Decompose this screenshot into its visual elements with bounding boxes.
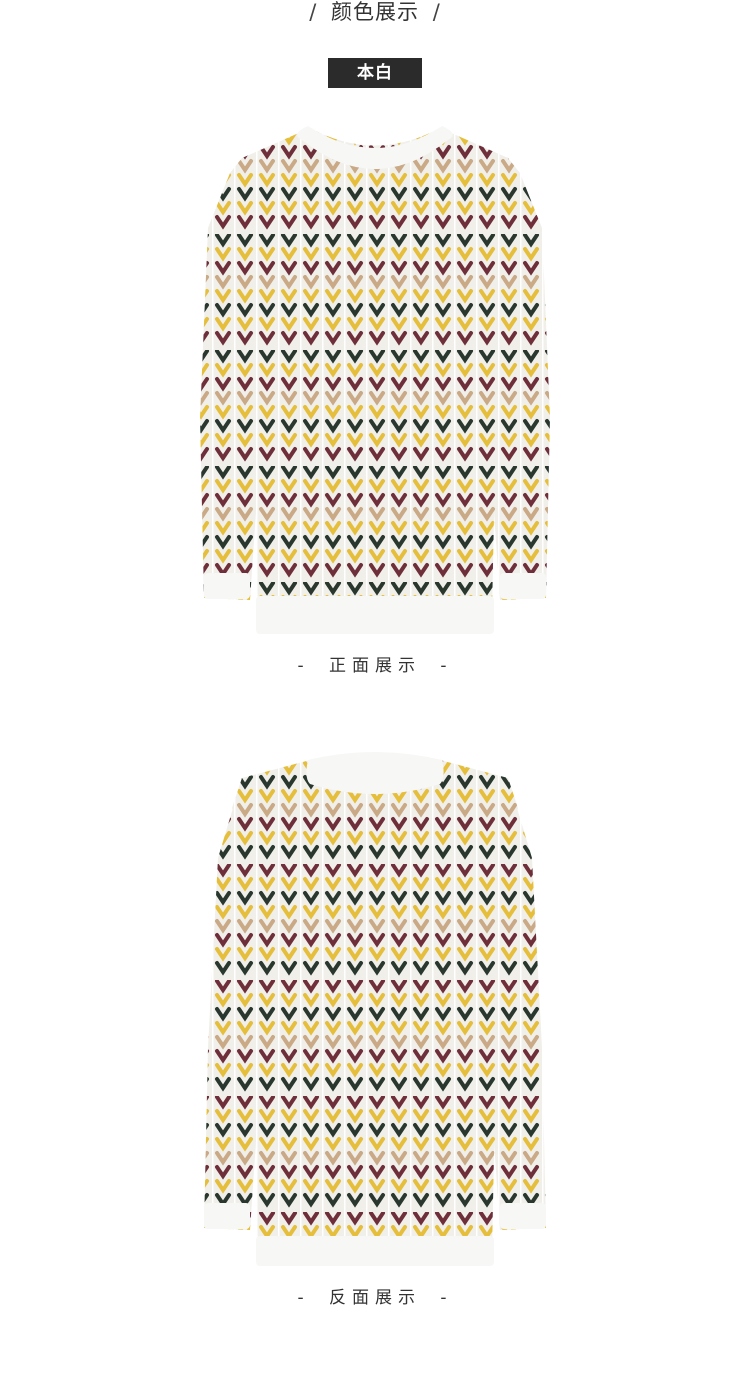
back-caption-text: 反面展示: [329, 1288, 421, 1308]
section-title: / 颜色展示 /: [0, 0, 750, 26]
front-caption: - 正面展示 -: [0, 656, 750, 676]
back-caption-dash-left: -: [297, 1288, 310, 1308]
back-caption-dash-right: -: [440, 1288, 453, 1308]
color-badge: 本白: [328, 58, 422, 88]
title-slash-left: /: [309, 0, 318, 24]
sweater-front-image: [200, 126, 550, 634]
title-slash-right: /: [432, 0, 441, 24]
front-caption-dash-left: -: [297, 656, 310, 676]
back-caption: - 反面展示 -: [0, 1288, 750, 1308]
title-text: 颜色展示: [331, 0, 419, 24]
front-caption-dash-right: -: [440, 656, 453, 676]
front-caption-text: 正面展示: [329, 656, 421, 676]
sweater-back-image: [204, 752, 546, 1266]
